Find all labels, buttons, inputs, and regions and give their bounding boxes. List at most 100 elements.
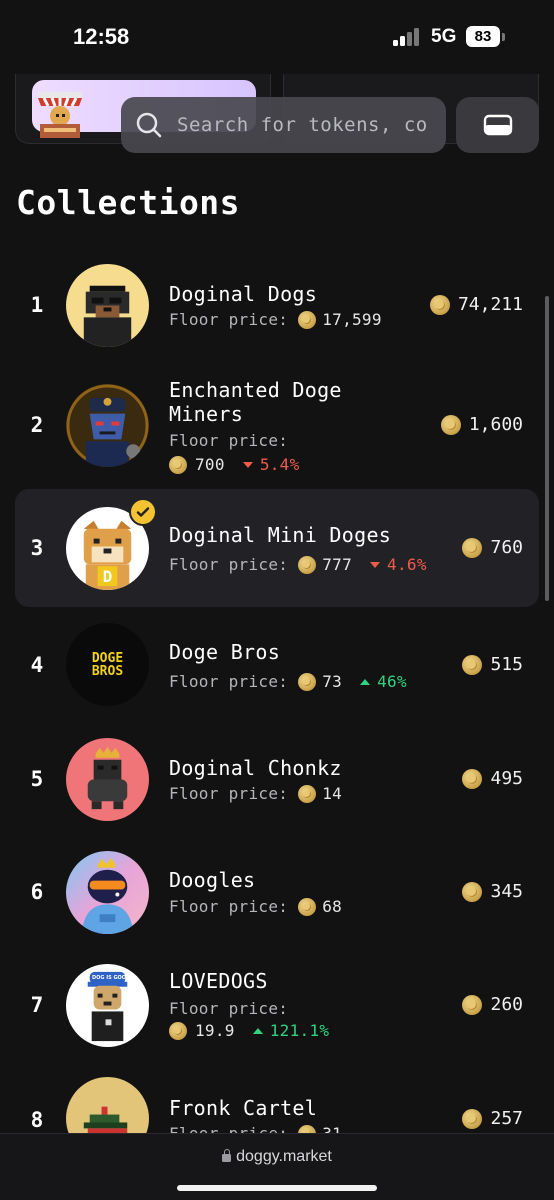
doge-coin-icon — [462, 654, 483, 675]
browser-url-bar[interactable]: doggy.market — [0, 1133, 554, 1200]
collection-avatar — [66, 851, 149, 934]
rank: 8 — [30, 1108, 44, 1132]
doge-coin-icon — [169, 1021, 187, 1040]
volume-value: 257 — [490, 1108, 523, 1129]
collection-avatar — [66, 738, 149, 821]
volume-value: 495 — [490, 768, 523, 789]
floor-price: Floor price: 14 — [169, 784, 342, 803]
floor-price: Floor price: 777 4.6% — [169, 555, 427, 574]
rank: 1 — [30, 293, 44, 317]
volume: 760 — [462, 537, 523, 558]
collection-row[interactable]: 3 D Doginal Mini Doges Floor price: 777 … — [15, 489, 539, 607]
volume: 515 — [462, 654, 523, 675]
collection-name: LOVEDOGS — [169, 969, 268, 993]
volume-value: 760 — [490, 537, 523, 558]
collection-name: Doginal Dogs — [169, 282, 318, 306]
floor-price: Floor price: — [169, 999, 298, 1018]
volume: 260 — [462, 994, 523, 1015]
avatar-text: DOGE BROS — [91, 650, 124, 679]
collection-name: Doge Bros — [169, 640, 281, 664]
down-arrow-icon — [370, 561, 381, 568]
collection-name: Doginal Chonkz — [169, 756, 342, 780]
battery-icon: 83 — [466, 26, 500, 47]
collection-row[interactable]: 4 DOGE BROS Doge Bros Floor price: 73 46… — [15, 618, 539, 713]
doge-coin-icon — [440, 414, 461, 435]
volume-value: 74,211 — [457, 294, 523, 315]
floor-label: Floor price: — [169, 897, 289, 916]
rank: 4 — [30, 653, 44, 677]
floor-price: Floor price: 17,599 — [169, 310, 382, 329]
doge-coin-icon — [462, 881, 483, 902]
rank: 2 — [30, 413, 44, 437]
doge-coin-icon — [298, 555, 317, 574]
floor-label: Floor price: — [169, 555, 289, 574]
home-indicator[interactable] — [177, 1185, 377, 1191]
floor-price: Floor price: 73 46% — [169, 672, 407, 691]
floor-label: Floor price: — [169, 672, 289, 691]
floor-label: Floor price: — [169, 431, 289, 450]
doge-coin-icon — [169, 455, 187, 474]
collection-name: Enchanted Doge Miners — [169, 378, 342, 426]
volume-value: 1,600 — [468, 414, 523, 435]
doge-coin-icon — [298, 310, 317, 329]
price-change: 5.4% — [242, 455, 300, 474]
svg-text:D: D — [103, 567, 113, 586]
floor-price: Floor price: 68 — [169, 897, 342, 916]
url-domain: doggy.market — [236, 1148, 332, 1165]
wallet-icon — [483, 114, 512, 136]
search-input[interactable] — [177, 114, 437, 136]
status-bar: 12:58 5G 83 — [0, 0, 554, 72]
rank: 3 — [30, 536, 44, 560]
down-arrow-icon — [242, 461, 253, 468]
volume: 1,600 — [440, 414, 523, 435]
search-bar[interactable] — [121, 97, 446, 153]
wallet-button[interactable] — [456, 97, 539, 153]
collection-name: Doginal Mini Doges — [169, 523, 392, 547]
collection-avatar — [66, 384, 149, 467]
price-change-value: 46% — [377, 672, 407, 691]
lock-icon — [222, 1149, 232, 1162]
price-change: 121.1% — [252, 1021, 330, 1040]
price-change-value: 5.4% — [259, 455, 300, 474]
volume: 345 — [462, 881, 523, 902]
network-label: 5G — [431, 26, 457, 47]
collection-avatar: DOG IS GOOD — [66, 964, 149, 1047]
floor-value: 777 — [322, 555, 353, 574]
collection-row[interactable]: 1 Doginal Dogs Floor price: 17,599 74,21… — [15, 258, 539, 353]
avatar-text: DOG IS GOOD — [92, 975, 131, 981]
floor-value: 19.9 — [195, 1021, 235, 1040]
scrollbar[interactable] — [545, 296, 549, 601]
up-arrow-icon — [252, 1027, 263, 1034]
floor-label: Floor price: — [169, 310, 289, 329]
rank: 6 — [30, 880, 44, 904]
up-arrow-icon — [360, 678, 371, 685]
price-change: 46% — [360, 672, 407, 691]
rank: 5 — [30, 767, 44, 791]
floor-value: 14 — [322, 784, 343, 803]
collection-name: Doogles — [169, 868, 256, 892]
doge-coin-icon — [429, 294, 450, 315]
price-change: 4.6% — [370, 555, 427, 574]
volume-value: 515 — [490, 654, 523, 675]
collection-avatar: DOGE BROS — [66, 623, 149, 706]
volume: 74,211 — [429, 294, 523, 315]
floor-value-row: 700 5.4% — [169, 455, 300, 474]
doge-coin-icon — [298, 784, 317, 803]
doge-coin-icon — [298, 897, 317, 916]
floor-value: 700 — [195, 455, 225, 474]
collection-row[interactable]: 6 Doogles Floor price: 68 345 — [15, 845, 539, 940]
doge-shop-icon — [38, 92, 82, 138]
collection-avatar — [66, 264, 149, 347]
section-title: Collections — [16, 183, 241, 222]
verified-badge-icon — [129, 498, 157, 526]
doge-coin-icon — [462, 994, 483, 1015]
volume-value: 345 — [490, 881, 523, 902]
collection-row[interactable]: 7 DOG IS GOOD LOVEDOGS Floor price: 19.9… — [15, 958, 539, 1066]
floor-label: Floor price: — [169, 999, 289, 1018]
collection-row[interactable]: 2 Enchanted Doge Miners Floor price: 700… — [15, 372, 539, 480]
url-display[interactable]: doggy.market — [0, 1148, 554, 1166]
price-change-value: 121.1% — [269, 1021, 330, 1040]
floor-value: 17,599 — [322, 310, 382, 329]
collection-row[interactable]: 5 Doginal Chonkz Floor price: 14 495 — [15, 732, 539, 827]
volume: 257 — [462, 1108, 523, 1129]
